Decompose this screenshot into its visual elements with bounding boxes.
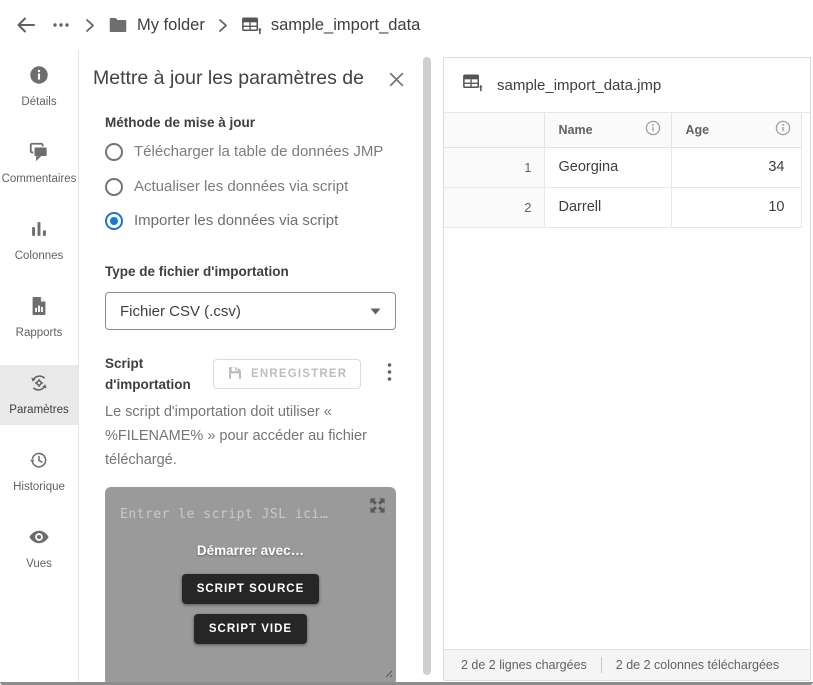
history-icon <box>28 449 50 476</box>
data-table: Name Age <box>444 113 802 228</box>
radio-icon <box>105 212 123 230</box>
update-method-label: Méthode de mise à jour <box>105 115 396 130</box>
dialog-header: Mettre à jour les paramètres de <box>80 50 433 93</box>
radio-label: Importer les données via script <box>134 211 338 231</box>
data-table-card: sample_import_data.jmp Name <box>443 57 811 681</box>
editor-start-overlay: Démarrer avec… SCRIPT SOURCE SCRIPT VIDE <box>105 543 396 644</box>
sync-settings-icon <box>28 372 50 399</box>
resize-handle[interactable] <box>383 665 393 683</box>
breadcrumb-folder[interactable]: My folder <box>137 16 205 35</box>
folder-icon <box>107 14 129 36</box>
import-script-row: Script d'importation ENREGISTRER <box>105 353 396 395</box>
sidebar-item-label: Vues <box>26 558 52 571</box>
radio-icon <box>105 178 123 196</box>
table-header-row: Name Age <box>444 113 801 147</box>
table-status-bar: 2 de 2 lignes chargées 2 de 2 colonnes t… <box>444 649 810 680</box>
app-window: My folder sample_import_data Détails Com… <box>0 0 813 685</box>
radio-upload-jmp-table[interactable]: Télécharger la table de données JMP <box>105 142 396 162</box>
columns-loaded-status: 2 de 2 colonnes téléchargées <box>616 658 779 672</box>
radio-label: Télécharger la table de données JMP <box>134 142 383 162</box>
sidebar-item-label: Détails <box>21 96 56 109</box>
rows-loaded-status: 2 de 2 lignes chargées <box>461 658 587 672</box>
save-script-button[interactable]: ENREGISTRER <box>213 359 361 389</box>
save-icon <box>227 365 243 384</box>
table-row[interactable]: 2 Darrell 10 <box>444 187 801 227</box>
file-type-value: Fichier CSV (.csv) <box>120 303 370 320</box>
info-circle-icon[interactable] <box>645 120 661 139</box>
script-helper-text: Le script d'importation doit utiliser « … <box>105 400 396 472</box>
breadcrumb-table[interactable]: sample_import_data <box>271 16 421 35</box>
expand-icon[interactable] <box>368 496 387 520</box>
back-arrow-icon[interactable] <box>15 14 37 36</box>
column-header-age[interactable]: Age <box>671 113 801 147</box>
start-with-label: Démarrer avec… <box>105 543 396 558</box>
file-type-label: Type de fichier d'importation <box>105 264 396 279</box>
eye-icon <box>28 526 50 553</box>
kebab-menu-icon[interactable] <box>383 360 396 389</box>
file-type-select[interactable]: Fichier CSV (.csv) <box>105 292 396 330</box>
radio-refresh-via-script[interactable]: Actualiser les données via script <box>105 177 396 197</box>
report-icon <box>28 295 50 322</box>
editor-placeholder: Entrer le script JSL ici… <box>120 507 328 522</box>
chevron-down-icon <box>370 302 381 320</box>
cell-age: 34 <box>671 147 801 187</box>
script-source-button[interactable]: SCRIPT SOURCE <box>182 574 320 604</box>
radio-import-via-script[interactable]: Importer les données via script <box>105 211 396 231</box>
comments-icon <box>28 141 50 168</box>
column-label: Age <box>686 123 710 137</box>
dialog-body: Méthode de mise à jour Télécharger la ta… <box>80 115 433 685</box>
sidebar-item-label: Paramètres <box>9 404 68 417</box>
columns-icon <box>28 218 50 245</box>
sidebar-item-comments[interactable]: Commentaires <box>0 134 78 194</box>
data-table-title: sample_import_data.jmp <box>497 77 661 94</box>
top-navigation-bar: My folder sample_import_data <box>0 0 813 50</box>
radio-icon <box>105 143 123 161</box>
cell-name: Darrell <box>544 187 671 227</box>
update-settings-panel: Mettre à jour les paramètres de Méthode … <box>80 50 433 682</box>
import-table-icon <box>240 14 263 37</box>
cell-name: Georgina <box>544 147 671 187</box>
script-empty-button[interactable]: SCRIPT VIDE <box>194 614 307 644</box>
sidebar-item-details[interactable]: Détails <box>0 57 78 117</box>
jsl-script-editor[interactable]: Entrer le script JSL ici… Démarrer avec…… <box>105 487 396 685</box>
radio-label: Actualiser les données via script <box>134 177 348 197</box>
status-divider <box>601 657 602 673</box>
data-table-header: sample_import_data.jmp <box>444 58 810 113</box>
sidebar-item-label: Commentaires <box>2 173 77 186</box>
left-sidebar: Détails Commentaires Colonnes Rapports P <box>0 50 79 682</box>
cell-age: 10 <box>671 187 801 227</box>
sidebar-item-history[interactable]: Historique <box>0 442 78 502</box>
row-number-header <box>444 113 544 147</box>
sidebar-item-views[interactable]: Vues <box>0 519 78 579</box>
row-number: 2 <box>444 187 544 227</box>
sidebar-item-reports[interactable]: Rapports <box>0 288 78 348</box>
row-number: 1 <box>444 147 544 187</box>
sidebar-item-label: Rapports <box>16 327 63 340</box>
column-label: Name <box>559 123 593 137</box>
dialog-title: Mettre à jour les paramètres de <box>93 67 364 90</box>
import-table-icon <box>461 71 484 99</box>
info-circle-icon[interactable] <box>775 120 791 139</box>
more-actions-icon[interactable] <box>51 15 71 35</box>
import-script-label: Script d'importation <box>105 353 201 395</box>
close-icon[interactable] <box>388 71 405 93</box>
chevron-right-icon <box>85 18 95 33</box>
sidebar-item-columns[interactable]: Colonnes <box>0 211 78 271</box>
column-header-name[interactable]: Name <box>544 113 671 147</box>
sidebar-item-settings[interactable]: Paramètres <box>0 365 78 425</box>
sidebar-item-label: Colonnes <box>15 250 64 263</box>
info-icon <box>28 64 50 91</box>
save-button-label: ENREGISTRER <box>251 368 347 380</box>
table-row[interactable]: 1 Georgina 34 <box>444 147 801 187</box>
chevron-right-icon <box>218 18 228 33</box>
panel-scrollbar[interactable] <box>423 57 431 675</box>
sidebar-item-label: Historique <box>13 481 65 494</box>
